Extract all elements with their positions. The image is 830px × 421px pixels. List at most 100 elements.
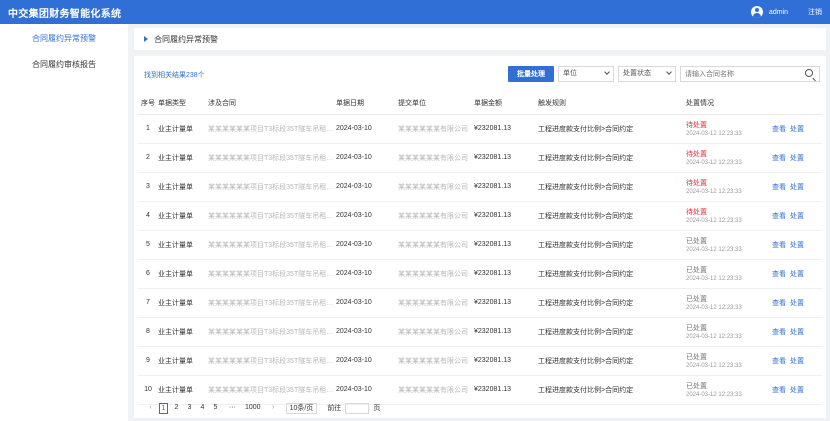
cell-unit: 某某某某某某有限公司 bbox=[398, 346, 474, 376]
col-contract: 涉及合同 bbox=[208, 92, 336, 115]
cell-date: 2024-03-10 bbox=[336, 259, 398, 289]
cell-amount: ¥232081.13 bbox=[474, 375, 538, 405]
status-badge: 已处置 bbox=[686, 325, 707, 332]
handle-button[interactable]: 处置 bbox=[790, 387, 804, 394]
batch-process-button[interactable]: 批量处理 bbox=[508, 66, 554, 82]
cell-contract: 某某某某某某项目T3标段35T隧车吊租赁合同 bbox=[208, 375, 336, 405]
page-ellipsis[interactable]: ··· bbox=[228, 403, 237, 414]
col-no: 序号 bbox=[138, 92, 158, 115]
page-1[interactable]: 1 bbox=[159, 402, 168, 414]
table-row[interactable]: 4 业主计量单 某某某某某某项目T3标段35T隧车吊租赁合同 2024-03-10 某某… bbox=[138, 201, 822, 231]
handle-button[interactable]: 处置 bbox=[790, 184, 804, 191]
page-title: 合同履约异常预警 bbox=[154, 34, 218, 44]
handle-button[interactable]: 处置 bbox=[790, 300, 804, 307]
next-page-button[interactable]: › bbox=[269, 403, 278, 414]
table-row[interactable]: 6 业主计量单 某某某某某某项目T3标段35T隧车吊租赁合同 2024-03-10 某某… bbox=[138, 259, 822, 289]
page-5[interactable]: 5 bbox=[211, 403, 220, 414]
search-input[interactable] bbox=[681, 67, 799, 81]
table-row[interactable]: 7 业主计量单 某某某某某某项目T3标段35T隧车吊租赁合同 2024-03-10 某某… bbox=[138, 288, 822, 318]
cell-date: 2024-03-10 bbox=[336, 201, 398, 231]
cell-contract: 某某某某某某项目T3标段35T隧车吊租赁合同 bbox=[208, 230, 336, 260]
cell-contract: 某某某某某某项目T3标段35T隧车吊租赁合同 bbox=[208, 143, 336, 173]
warning-table: 序号 单据类型 涉及合同 单据日期 提交单位 单据金额 触发规则 处置情况 1业… bbox=[138, 92, 822, 405]
table-row[interactable]: 2 业主计量单 某某某某某某项目T3标段35T隧车吊租赁合同 2024-03-10 某某… bbox=[138, 143, 822, 173]
cell-no: 9 bbox=[138, 346, 158, 376]
table-row[interactable]: 9 业主计量单 某某某某某某项目T3标段35T隧车吊租赁合同 2024-03-10 某某… bbox=[138, 346, 822, 376]
cell-unit: 某某某某某某有限公司 bbox=[398, 259, 474, 289]
cell-rule: 工程进度款支付比例>合同约定 bbox=[538, 259, 686, 289]
cell-rule: 工程进度款支付比例>合同约定 bbox=[538, 317, 686, 347]
table-row[interactable]: 10 业主计量单 某某某某某某项目T3标段35T隧车吊租赁合同 2024-03-10 某… bbox=[138, 375, 822, 405]
handle-button[interactable]: 处置 bbox=[790, 242, 804, 249]
page-size-select[interactable]: 10条/页 bbox=[285, 402, 318, 414]
status-badge: 待处置 bbox=[686, 122, 707, 129]
cell-rule: 工程进度款支付比例>合同约定 bbox=[538, 288, 686, 318]
cell-no: 4 bbox=[138, 201, 158, 231]
view-button[interactable]: 查看 bbox=[772, 387, 786, 394]
status-time: 2024-03-12 12:23:33 bbox=[686, 218, 742, 224]
table-row[interactable]: 1 业主计量单 某某某某某某项目T3标段35T隧车吊租赁合同 2024-03-10 某某… bbox=[138, 114, 822, 144]
col-status: 处置情况 bbox=[686, 92, 754, 115]
handle-button[interactable]: 处置 bbox=[790, 358, 804, 365]
unit-select[interactable]: 单位 bbox=[558, 66, 614, 82]
view-button[interactable]: 查看 bbox=[772, 155, 786, 162]
table-row[interactable]: 8 业主计量单 某某某某某某项目T3标段35T隧车吊租赁合同 2024-03-10 某某… bbox=[138, 317, 822, 347]
cell-status: 已处置 2024-03-12 12:23:33 bbox=[686, 259, 754, 289]
status-badge: 已处置 bbox=[686, 267, 707, 274]
view-button[interactable]: 查看 bbox=[772, 126, 786, 133]
sidebar-item-contract-report[interactable]: 合同履约审核报告 bbox=[0, 52, 128, 78]
status-time: 2024-03-12 12:23:33 bbox=[686, 305, 742, 311]
cell-amount: ¥232081.13 bbox=[474, 317, 538, 347]
cell-amount: ¥232081.13 bbox=[474, 172, 538, 202]
handle-button[interactable]: 处置 bbox=[790, 271, 804, 278]
status-badge: 待处置 bbox=[686, 209, 707, 216]
status-time: 2024-03-12 12:23:33 bbox=[686, 276, 742, 282]
table-row[interactable]: 3 业主计量单 某某某某某某项目T3标段35T隧车吊租赁合同 2024-03-10 某某… bbox=[138, 172, 822, 202]
handle-button[interactable]: 处置 bbox=[790, 155, 804, 162]
view-button[interactable]: 查看 bbox=[772, 271, 786, 278]
search-icon[interactable] bbox=[805, 69, 813, 77]
page-4[interactable]: 4 bbox=[198, 403, 207, 414]
goto-prefix: 前往 bbox=[327, 405, 342, 412]
handle-button[interactable]: 处置 bbox=[790, 213, 804, 220]
user-area: admin 注销 bbox=[750, 6, 822, 18]
page-2[interactable]: 2 bbox=[172, 403, 181, 414]
cell-contract: 某某某某某某项目T3标段35T隧车吊租赁合同 bbox=[208, 201, 336, 231]
cell-ops: 查看 处置 bbox=[754, 375, 822, 405]
search-box bbox=[680, 66, 820, 82]
prev-page-button[interactable]: ‹ bbox=[146, 403, 155, 414]
handle-button[interactable]: 处置 bbox=[790, 329, 804, 336]
goto-page-input[interactable] bbox=[345, 402, 370, 414]
cell-type: 业主计量单 bbox=[158, 201, 208, 231]
page-3[interactable]: 3 bbox=[185, 403, 194, 414]
view-button[interactable]: 查看 bbox=[772, 213, 786, 220]
view-button[interactable]: 查看 bbox=[772, 300, 786, 307]
status-badge: 已处置 bbox=[686, 383, 707, 390]
logout-link[interactable]: 注销 bbox=[808, 7, 822, 17]
cell-unit: 某某某某某某有限公司 bbox=[398, 375, 474, 405]
view-button[interactable]: 查看 bbox=[772, 358, 786, 365]
cell-ops: 查看 处置 bbox=[754, 143, 822, 173]
app-title: 中交集团财务智能化系统 bbox=[8, 8, 122, 20]
cell-amount: ¥232081.13 bbox=[474, 143, 538, 173]
status-time: 2024-03-12 12:23:33 bbox=[686, 334, 742, 340]
view-button[interactable]: 查看 bbox=[772, 184, 786, 191]
cell-amount: ¥232081.13 bbox=[474, 346, 538, 376]
page-last[interactable]: 1000 bbox=[245, 403, 261, 414]
cell-date: 2024-03-10 bbox=[336, 317, 398, 347]
table-row[interactable]: 5 业主计量单 某某某某某某项目T3标段35T隧车吊租赁合同 2024-03-10 某某… bbox=[138, 230, 822, 260]
cell-ops: 查看 处置 bbox=[754, 288, 822, 318]
view-button[interactable]: 查看 bbox=[772, 329, 786, 336]
cell-type: 业主计量单 bbox=[158, 346, 208, 376]
view-button[interactable]: 查看 bbox=[772, 242, 786, 249]
status-select[interactable]: 处置状态 bbox=[618, 66, 676, 82]
user-avatar-icon[interactable] bbox=[750, 6, 763, 18]
cell-date: 2024-03-10 bbox=[336, 172, 398, 202]
status-badge: 已处置 bbox=[686, 238, 707, 245]
handle-button[interactable]: 处置 bbox=[790, 126, 804, 133]
cell-type: 业主计量单 bbox=[158, 317, 208, 347]
sidebar-item-contract-warning[interactable]: 合同履约异常预警 bbox=[0, 26, 128, 52]
cell-contract: 某某某某某某项目T3标段35T隧车吊租赁合同 bbox=[208, 288, 336, 318]
username[interactable]: admin bbox=[769, 9, 788, 16]
cell-status: 已处置 2024-03-12 12:23:33 bbox=[686, 230, 754, 260]
